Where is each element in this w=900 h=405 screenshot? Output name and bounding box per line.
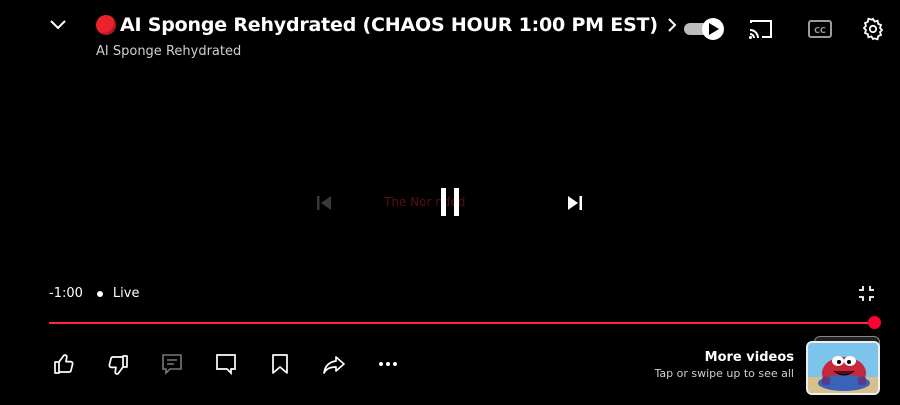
thumbs-down-icon bbox=[108, 355, 128, 375]
pause-icon bbox=[441, 188, 459, 216]
time-display: -1:00 Live bbox=[49, 286, 139, 301]
chat-button[interactable] bbox=[215, 353, 237, 375]
exit-fullscreen-icon bbox=[859, 286, 874, 301]
exit-fullscreen-button[interactable] bbox=[858, 285, 875, 302]
previous-button[interactable] bbox=[315, 194, 333, 212]
skip-next-icon bbox=[568, 196, 582, 210]
chevron-down-icon bbox=[50, 20, 66, 30]
video-title-row[interactable]: AI Sponge Rehydrated (CHAOS HOUR 1:00 PM… bbox=[96, 14, 680, 36]
cartoon-thumbnail-image bbox=[808, 343, 878, 393]
more-videos-subtitle: Tap or swipe up to see all bbox=[654, 367, 794, 380]
progress-scrubber[interactable] bbox=[868, 316, 881, 329]
like-button[interactable] bbox=[53, 353, 75, 375]
svg-text:CC: CC bbox=[814, 26, 826, 35]
dislike-button[interactable] bbox=[107, 354, 129, 376]
settings-button[interactable] bbox=[861, 17, 885, 41]
video-thumbnail[interactable] bbox=[806, 341, 880, 395]
chevron-right-icon bbox=[668, 18, 677, 32]
collapse-button[interactable] bbox=[48, 15, 68, 35]
gear-icon bbox=[862, 17, 884, 41]
save-button[interactable] bbox=[271, 353, 289, 375]
comments-button[interactable] bbox=[161, 353, 183, 375]
thumbs-up-icon bbox=[54, 354, 74, 374]
more-icon bbox=[379, 362, 397, 366]
chat-icon bbox=[216, 354, 236, 375]
skip-previous-icon bbox=[317, 196, 331, 210]
progress-bar[interactable] bbox=[49, 322, 875, 324]
more-options-button[interactable] bbox=[378, 360, 398, 368]
bookmark-icon bbox=[272, 354, 288, 374]
cast-icon bbox=[749, 20, 772, 39]
cast-button[interactable] bbox=[748, 18, 774, 40]
captions-button[interactable]: CC bbox=[808, 19, 832, 39]
captions-icon: CC bbox=[808, 20, 832, 38]
video-title: AI Sponge Rehydrated (CHAOS HOUR 1:00 PM… bbox=[120, 14, 658, 36]
share-button[interactable] bbox=[322, 355, 346, 375]
pause-button[interactable] bbox=[438, 186, 462, 218]
more-videos-thumbnail-stack[interactable] bbox=[806, 336, 880, 395]
live-indicator-icon bbox=[96, 15, 116, 35]
time-remaining: -1:00 bbox=[49, 286, 83, 301]
channel-name[interactable]: AI Sponge Rehydrated bbox=[96, 44, 241, 59]
next-button[interactable] bbox=[566, 194, 584, 212]
autoplay-toggle-icon bbox=[684, 18, 724, 40]
separator-dot-icon bbox=[96, 290, 103, 297]
live-label[interactable]: Live bbox=[113, 286, 140, 301]
comments-icon bbox=[162, 354, 182, 375]
share-icon bbox=[323, 356, 345, 374]
more-videos-title[interactable]: More videos bbox=[705, 350, 794, 365]
autoplay-toggle[interactable] bbox=[684, 18, 726, 40]
